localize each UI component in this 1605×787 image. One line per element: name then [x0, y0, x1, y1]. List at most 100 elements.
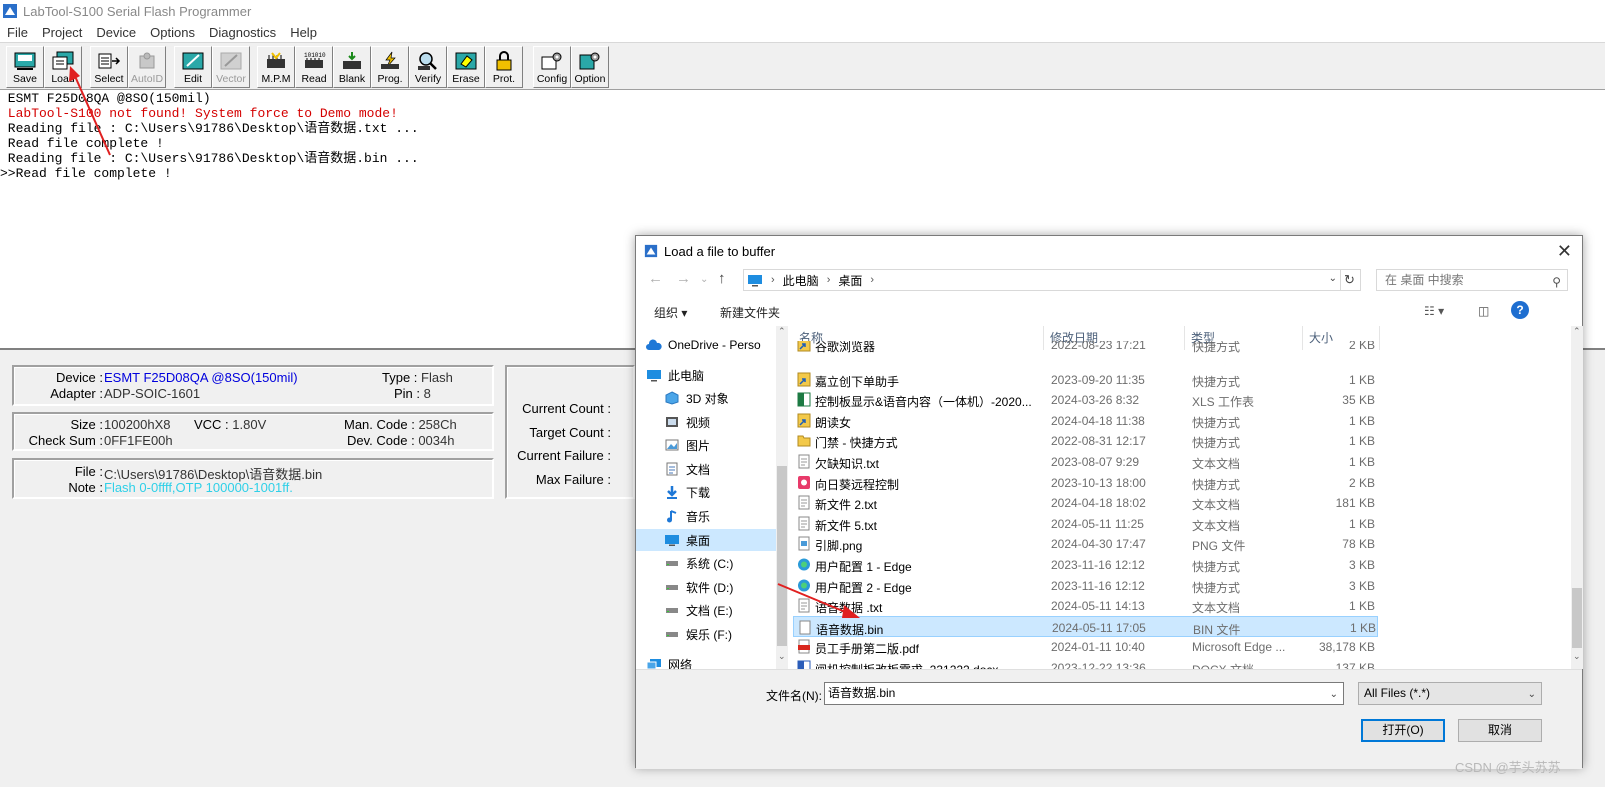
option-button[interactable]: Option — [571, 46, 609, 88]
file-row[interactable]: 语音数据 .txt 2024-05-11 14:13 文本文档 1 KB — [793, 595, 1378, 616]
nav-item-label: 网络 — [668, 657, 693, 670]
nav-item[interactable]: 此电脑 — [636, 364, 786, 386]
file-type: XLS 工作表 — [1192, 395, 1255, 409]
filename-input[interactable]: 语音数据.bin ⌄ — [824, 682, 1344, 705]
console-line: Reading file : C:\Users\91786\Desktop\语音… — [0, 121, 419, 136]
app-icon — [3, 4, 17, 18]
vector-button[interactable]: Vector — [212, 46, 250, 88]
protect-button[interactable]: Prot. — [485, 46, 523, 88]
address-bar[interactable]: › 此电脑 › 桌面 › ⌄ — [743, 269, 1341, 291]
file-label: File : — [74, 464, 103, 479]
mpm-button[interactable]: M.P.M — [257, 46, 295, 88]
nav-item[interactable]: 图片 — [636, 434, 786, 456]
file-name: 谷歌浏览器 — [815, 341, 876, 354]
recent-locations-icon[interactable]: ⌄ — [700, 274, 708, 285]
chevron-down-icon[interactable]: ⌄ — [1330, 684, 1338, 705]
new-folder-button[interactable]: 新建文件夹 — [720, 304, 780, 321]
menu-help[interactable]: Help — [283, 25, 324, 40]
program-button[interactable]: Prog. — [371, 46, 409, 88]
erase-button[interactable]: Erase — [447, 46, 485, 88]
view-options-icon[interactable]: ☷ ▾ — [1424, 304, 1444, 318]
preview-pane-icon[interactable]: ◫ — [1478, 304, 1489, 318]
up-icon[interactable]: ↑ — [718, 270, 726, 287]
file-name: 控制板显示&语音内容（一体机）-2020... — [815, 395, 1032, 409]
image-file-icon — [797, 536, 811, 551]
file-row[interactable]: 门禁 - 快捷方式 2022-08-31 12:17 快捷方式 1 KB — [793, 430, 1378, 451]
blank-button[interactable]: Blank — [333, 46, 371, 88]
read-chip-icon: 101010 — [301, 50, 327, 72]
nav-item[interactable]: 音乐 — [636, 505, 786, 527]
file-list-scrollbar[interactable]: ⌃ ⌄ — [1571, 326, 1583, 669]
refresh-icon[interactable]: ↻ — [1339, 269, 1361, 291]
file-date: 2024-03-26 8:32 — [1051, 393, 1140, 407]
nav-item[interactable]: 网络 — [636, 653, 786, 669]
nav-item[interactable]: 3D 对象 — [636, 387, 786, 409]
menu-options[interactable]: Options — [143, 25, 202, 40]
file-date: 2022-08-23 17:21 — [1051, 341, 1146, 352]
file-row[interactable]: 向日葵远程控制 2023-10-13 18:00 快捷方式 2 KB — [793, 472, 1378, 493]
file-name: 员工手册第二版.pdf — [815, 642, 920, 656]
search-input[interactable]: 在 桌面 中搜索 ⚲ — [1376, 269, 1568, 291]
file-date: 2022-08-31 12:17 — [1051, 434, 1146, 448]
nav-item[interactable]: 文档 — [636, 458, 786, 480]
forward-icon[interactable]: → — [676, 270, 691, 287]
file-row[interactable]: 用户配置 1 - Edge 2023-11-16 12:12 快捷方式 3 KB — [793, 554, 1378, 575]
help-icon[interactable]: ? — [1511, 301, 1529, 319]
nav-item[interactable]: 视频 — [636, 411, 786, 433]
close-icon[interactable]: ✕ — [1557, 241, 1572, 262]
lock-icon — [491, 50, 517, 72]
menu-device[interactable]: Device — [89, 25, 143, 40]
file-row[interactable]: 员工手册第二版.pdf 2024-01-11 10:40 Microsoft Edg… — [793, 636, 1378, 657]
breadcrumb-this-pc[interactable]: 此电脑 — [783, 272, 819, 289]
nav-item[interactable]: 下载 — [636, 481, 786, 503]
file-size: 35 KB — [1342, 393, 1375, 407]
file-row[interactable]: 新文件 5.txt 2024-05-11 11:25 文本文档 1 KB — [793, 513, 1378, 534]
file-row[interactable]: 欠缺知识.txt 2023-08-07 9:29 文本文档 1 KB — [793, 451, 1378, 472]
navigation-bar: ← → ⌄ ↑ › 此电脑 › 桌面 › ⌄ ↻ 在 桌面 中搜索 ⚲ — [636, 266, 1582, 296]
file-row[interactable]: 闸机控制板改板需求_231222.docx 2023-12-22 13:36 DOC… — [793, 657, 1378, 669]
config-button[interactable]: Config — [533, 46, 571, 88]
save-button[interactable]: Save — [6, 46, 44, 88]
file-size: 38,178 KB — [1318, 640, 1375, 654]
file-row[interactable]: 新文件 2.txt 2024-04-18 18:02 文本文档 181 KB — [793, 492, 1378, 513]
back-icon[interactable]: ← — [648, 270, 663, 287]
type-label: Type : — [382, 370, 418, 385]
file-row[interactable]: 控制板显示&语音内容（一体机）-2020... 2024-03-26 8:32 XL… — [793, 389, 1378, 410]
file-date: 2024-04-30 17:47 — [1051, 537, 1146, 551]
eraser-icon — [453, 50, 479, 72]
verify-button[interactable]: Verify — [409, 46, 447, 88]
nav-item[interactable]: 桌面 — [636, 529, 786, 551]
cancel-button[interactable]: 取消 — [1458, 719, 1542, 742]
file-row[interactable]: 谷歌浏览器 2022-08-23 17:21 快捷方式 2 KB — [793, 341, 1378, 355]
file-row[interactable]: 引脚.png 2024-04-30 17:47 PNG 文件 78 KB — [793, 533, 1378, 554]
autoid-button[interactable]: AutoID — [128, 46, 166, 88]
menu-project[interactable]: Project — [35, 25, 89, 40]
nav-item[interactable]: OneDrive - Perso — [636, 334, 786, 356]
watermark: CSDN @芋头苏苏 — [1455, 760, 1561, 775]
file-size: 1 KB — [1348, 373, 1375, 387]
menu-file[interactable]: File — [0, 25, 35, 40]
nav-item[interactable]: 文档 (E:) — [636, 599, 786, 621]
nav-item[interactable]: 软件 (D:) — [636, 576, 786, 598]
nav-item[interactable]: 娱乐 (F:) — [636, 623, 786, 645]
file-name: 向日葵远程控制 — [815, 478, 900, 492]
nav-item[interactable]: 系统 (C:) — [636, 552, 786, 574]
checksum-value: 0FF1FE00h — [104, 433, 173, 448]
file-row[interactable]: 嘉立创下单助手 2023-09-20 11:35 快捷方式 1 KB — [793, 369, 1378, 390]
nav-item-label: 视频 — [686, 415, 711, 430]
edit-button[interactable]: Edit — [174, 46, 212, 88]
nav-item-label: 桌面 — [686, 533, 711, 548]
breadcrumb-desktop[interactable]: 桌面 — [838, 272, 862, 289]
file-row[interactable]: 语音数据.bin 2024-05-11 17:05 BIN 文件 1 KB — [793, 616, 1378, 637]
filetype-select[interactable]: All Files (*.*) ⌄ — [1358, 682, 1542, 705]
open-button[interactable]: 打开(O) — [1361, 719, 1445, 742]
menu-diagnostics[interactable]: Diagnostics — [202, 25, 283, 40]
app-titlebar: LabTool-S100 Serial Flash Programmer — [0, 0, 1605, 22]
file-row[interactable]: 朗读女 2024-04-18 11:38 快捷方式 1 KB — [793, 410, 1378, 431]
autoid-icon — [134, 50, 160, 72]
organize-button[interactable]: 组织 ▾ — [654, 304, 687, 321]
chevron-down-icon[interactable]: ⌄ — [1329, 273, 1337, 284]
nav-item-label: 下载 — [686, 485, 711, 500]
file-row[interactable]: 用户配置 2 - Edge 2023-11-16 12:12 快捷方式 3 KB — [793, 575, 1378, 596]
read-button[interactable]: 101010 Read — [295, 46, 333, 88]
